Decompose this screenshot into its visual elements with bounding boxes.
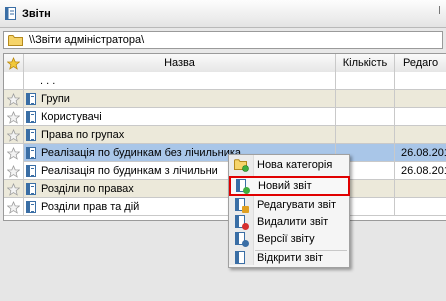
edit-report-icon [234,198,249,213]
table-row[interactable]: Групи [4,90,446,108]
report-window-icon [5,7,16,20]
row-count [336,90,395,108]
table-row[interactable]: . . . [4,72,446,90]
row-name: Реалізація по будинкам з лічильни [41,165,218,177]
window-resize-handle[interactable] [435,6,440,14]
table-row-selected[interactable]: Реалізація по будинкам без лічильника 26… [4,144,446,162]
menu-item-edit-report[interactable]: Редагувати звіт [229,196,349,214]
row-edit-date [395,126,446,144]
row-edit-date [395,90,446,108]
row-name: Групи [41,93,70,105]
row-edit-date [395,198,446,216]
table-row[interactable]: Користувачі [4,108,446,126]
menu-item-label: Видалити звіт [257,216,329,228]
menu-item-new-category[interactable]: Нова категорія [229,156,349,174]
report-icon [26,201,36,213]
report-icon [26,129,36,141]
star-outline-icon[interactable] [7,200,20,214]
table-row[interactable]: Розділи по правах [4,180,446,198]
row-count [336,126,395,144]
row-name: Користувачі [41,111,102,123]
star-outline-icon[interactable] [7,164,20,178]
reports-table: Назва Кількість Редаго . . . Групи Корис… [3,53,446,221]
row-edit-date [395,72,446,90]
menu-item-new-report[interactable]: Новий звіт [229,176,350,196]
row-count [336,72,395,90]
menu-item-delete-report[interactable]: Видалити звіт [229,213,349,231]
star-outline-icon[interactable] [7,110,20,124]
report-icon [26,165,36,177]
table-row[interactable]: Права по групах [4,126,446,144]
menu-item-label: Новий звіт [258,180,312,192]
menu-item-label: Редагувати звіт [257,199,336,211]
row-edit-date [395,108,446,126]
star-outline-icon[interactable] [7,182,20,196]
new-report-icon [235,179,250,194]
open-report-icon [234,251,248,265]
menu-item-label: Версії звіту [257,233,315,245]
report-icon [26,111,36,123]
menu-item-label: Нова категорія [257,159,333,171]
new-category-icon [233,159,249,172]
row-name: Розділи прав та дій [41,201,140,213]
path-text: \\Звіти адміністратора\ [29,34,145,46]
table-header-row: Назва Кількість Редаго [4,54,446,72]
star-outline-icon[interactable] [7,146,20,160]
column-header-name[interactable]: Назва [24,54,336,72]
row-edit-date: 26.08.201 [401,147,446,159]
row-name: Права по групах [41,129,125,141]
row-edit-date: 26.08.201 [401,165,446,177]
window-title: Звітн [22,7,51,20]
folder-icon [8,35,23,46]
menu-item-label: Відкрити звіт [257,252,323,264]
path-bar[interactable]: \\Звіти адміністратора\ [3,31,443,49]
star-outline-icon[interactable] [7,92,20,106]
row-edit-date [395,180,446,198]
menu-item-report-versions[interactable]: Версії звіту [229,230,349,248]
star-outline-icon[interactable] [7,128,20,142]
empty-area [0,221,446,301]
report-icon [26,147,36,159]
star-icon [7,56,20,70]
row-name: Розділи по правах [41,183,134,195]
table-row[interactable]: Розділи прав та дій [4,198,446,216]
menu-item-open-report-visible[interactable]: Відкрити звіт [229,250,348,266]
column-header-edit[interactable]: Редаго [395,54,446,72]
report-versions-icon [234,232,249,247]
column-header-count[interactable]: Кількість [336,54,395,72]
row-name: Реалізація по будинкам без лічильника [41,147,242,159]
window-titlebar: Звітн [0,0,446,28]
row-name: . . . [40,75,56,87]
table-row[interactable]: Реалізація по будинкам з лічильни 26.08.… [4,162,446,180]
row-count [336,108,395,126]
report-icon [26,93,36,105]
delete-report-icon [234,215,249,230]
favorites-column-header[interactable] [4,54,24,72]
report-icon [26,183,36,195]
